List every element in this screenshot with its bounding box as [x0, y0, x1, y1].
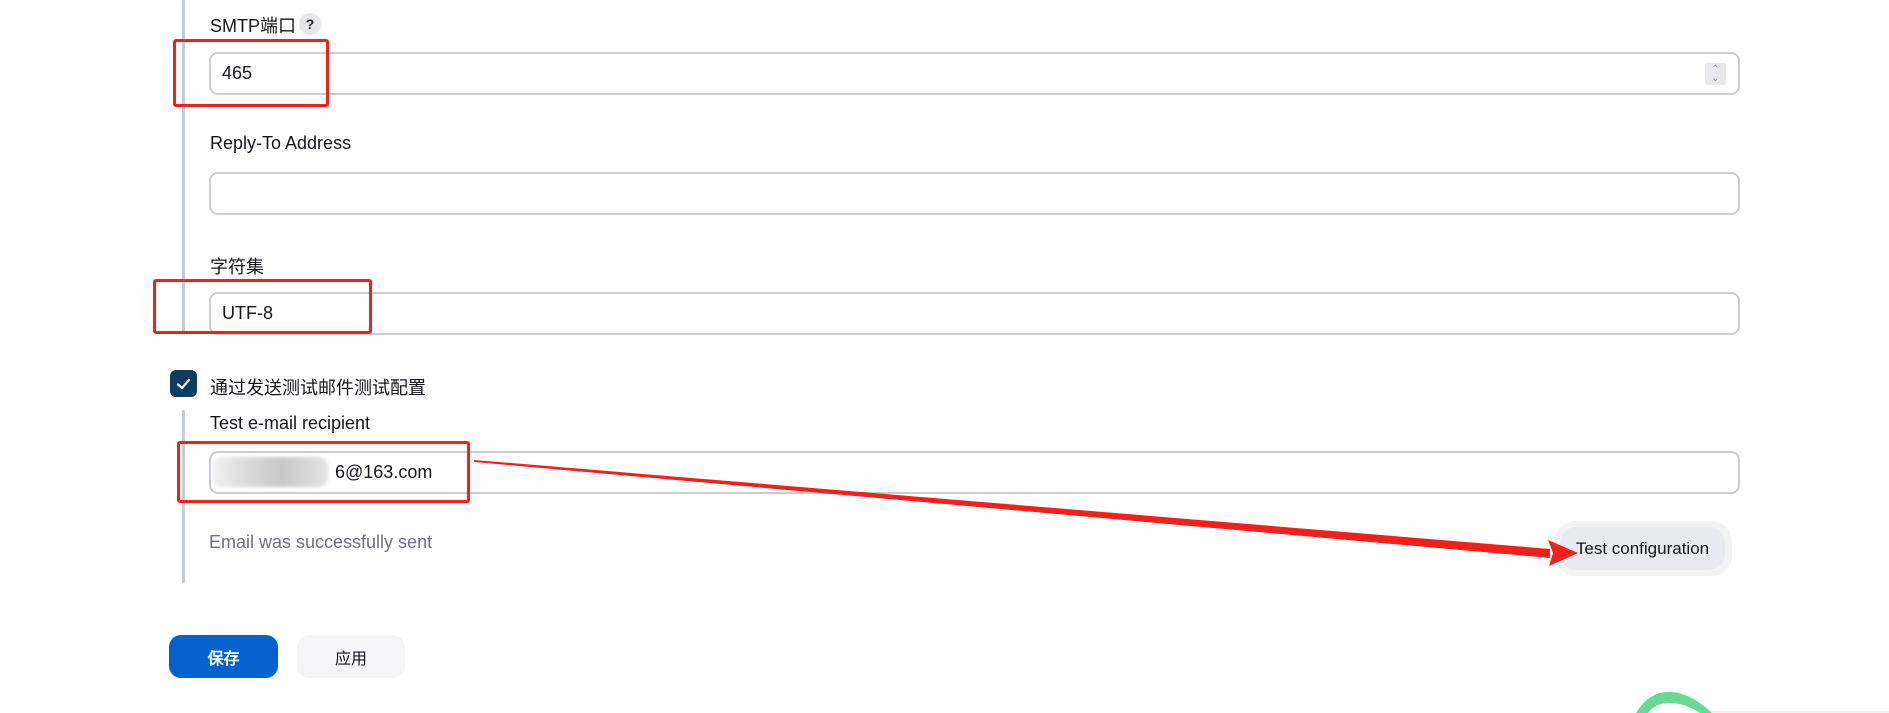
apply-button[interactable]: 应用	[297, 635, 405, 678]
test-email-checkbox[interactable]	[170, 370, 197, 397]
smtp-port-label: SMTP端口	[210, 16, 297, 36]
number-spinner[interactable]: ⌃ ⌄	[1705, 62, 1726, 85]
test-configuration-button[interactable]: Test configuration	[1560, 527, 1725, 570]
chevron-down-icon[interactable]: ⌄	[1711, 73, 1719, 83]
reply-to-input[interactable]	[209, 172, 1740, 215]
test-recipient-label: Test e-mail recipient	[210, 413, 371, 433]
reply-to-label: Reply-To Address	[210, 133, 352, 153]
smtp-port-input[interactable]: 465 ⌃ ⌄	[209, 52, 1740, 95]
charset-input[interactable]: UTF-8	[209, 292, 1740, 335]
test-email-checkbox-label[interactable]: 通过发送测试邮件测试配置	[210, 374, 426, 400]
save-button[interactable]: 保存	[169, 635, 278, 678]
help-icon[interactable]: ?	[299, 13, 321, 35]
charset-label: 字符集	[210, 257, 264, 277]
highlight-box-test-recipient	[177, 441, 470, 503]
checkmark-icon	[176, 378, 191, 389]
highlight-box-smtp-port	[173, 39, 329, 107]
highlight-box-charset	[153, 279, 372, 334]
status-message: Email was successfully sent	[209, 532, 433, 552]
